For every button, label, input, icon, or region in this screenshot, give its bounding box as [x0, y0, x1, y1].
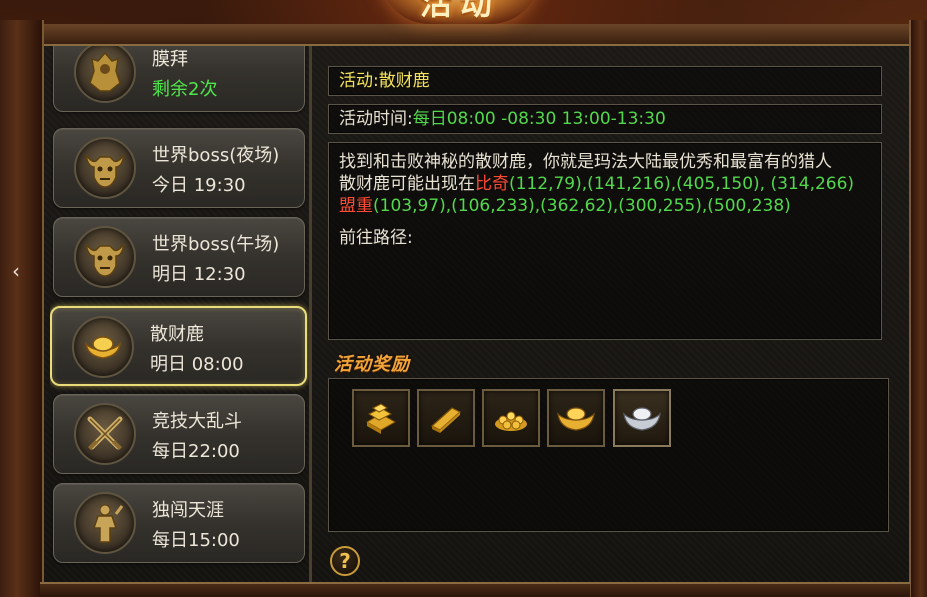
activity-name: 散财鹿 [378, 71, 430, 91]
location-prefix: 散财鹿可能出现在 [339, 174, 475, 194]
event-name: 散财鹿 [150, 324, 204, 345]
gold-bars-stack-icon [365, 403, 397, 434]
location-line-1: 散财鹿可能出现在比奇(112,79),(141,216),(405,150), … [339, 173, 871, 195]
gold-coins-pile-icon [495, 411, 527, 431]
event-time: 明日 12:30 [152, 264, 246, 285]
lone-warrior-icon [74, 492, 136, 554]
reward-slot-gold-coins[interactable] [482, 389, 540, 447]
event-time: 每日22:00 [152, 441, 240, 462]
warrior-armor-icon [74, 46, 136, 103]
activity-description: 找到和击败神秘的散财鹿，你就是玛法大陆最优秀和最富有的猎人 散财鹿可能出现在比奇… [328, 142, 882, 340]
location-coords: (103,97),(106,233),(362,62),(300,255),(5… [373, 196, 791, 216]
reward-slot-gold-bars-stack[interactable] [352, 389, 410, 447]
silver-yuanbao-icon [623, 407, 661, 431]
activity-time-label: 活动时间: [339, 109, 413, 129]
event-name: 竞技大乱斗 [152, 411, 242, 432]
event-item-solo-adventure[interactable]: 独闯天涯 每日15:00 [53, 483, 305, 563]
reward-slot-gold-bar[interactable] [417, 389, 475, 447]
description-text: 找到和击败神秘的散财鹿，你就是玛法大陆最优秀和最富有的猎人 [339, 152, 832, 172]
event-item-world-boss-noon[interactable]: 世界boss(午场) 明日 12:30 [53, 217, 305, 297]
frame-right-border [909, 20, 927, 597]
window-title: 活动 [419, 0, 500, 22]
event-time: 剩余2次 [152, 79, 218, 100]
rewards-panel [328, 378, 889, 532]
frame-bottom-border [40, 582, 910, 597]
bull-demon-icon [74, 137, 136, 199]
activity-time-bar: 活动时间:每日08:00 -08:30 13:00-13:30 [328, 104, 882, 134]
title-emblem: 活动 [380, 0, 540, 24]
reward-slot-gold-yuanbao[interactable] [547, 389, 605, 447]
frame-top-border [40, 24, 910, 46]
activity-time-value: 每日08:00 -08:30 13:00-13:30 [412, 109, 666, 129]
location-name: 比奇 [475, 174, 509, 194]
event-name: 独闯天涯 [152, 500, 224, 521]
crossed-swords-icon [74, 403, 136, 465]
frame-left-border [0, 20, 44, 597]
activity-label: 活动: [339, 71, 379, 91]
event-name: 世界boss(午场) [152, 234, 280, 255]
event-item-worship[interactable]: 膜拜 剩余2次 [53, 46, 305, 112]
gold-yuanbao-icon [557, 407, 595, 431]
event-item-world-boss-night[interactable]: 世界boss(夜场) 今日 19:30 [53, 128, 305, 208]
event-name: 世界boss(夜场) [152, 145, 280, 166]
gold-bar-icon [430, 407, 462, 433]
reward-slot-silver-yuanbao[interactable] [613, 389, 671, 447]
location-line-2: 盟重(103,97),(106,233),(362,62),(300,255),… [339, 195, 871, 217]
location-coords: (112,79),(141,216),(405,150), (314,266) [509, 174, 855, 194]
activity-name-bar: 活动:散财鹿 [328, 66, 882, 96]
event-time: 明日 08:00 [150, 354, 244, 375]
activity-time-line: 活动时间:每日08:00 -08:30 13:00-13:30 [329, 105, 881, 133]
activity-title: 活动:散财鹿 [329, 67, 881, 95]
location-name: 盟重 [339, 196, 373, 216]
rewards-title: 活动奖励 [334, 354, 410, 375]
gold-ingot-icon [72, 316, 134, 378]
collapse-arrow-icon[interactable]: ‹ [6, 258, 26, 284]
bull-demon-icon [74, 226, 136, 288]
event-list[interactable]: 膜拜 剩余2次 世界boss(夜场) 今日 19:30 世界boss(午场) 明… [50, 46, 312, 582]
event-time: 每日15:00 [152, 530, 240, 551]
event-time: 今日 19:30 [152, 175, 246, 196]
help-button[interactable]: ? [330, 546, 360, 576]
event-item-arena-brawl[interactable]: 竞技大乱斗 每日22:00 [53, 394, 305, 474]
event-item-fortune-deer[interactable]: 散财鹿 明日 08:00 [50, 306, 307, 386]
event-name: 膜拜 [152, 49, 188, 70]
route-label: 前往路径: [339, 228, 413, 248]
